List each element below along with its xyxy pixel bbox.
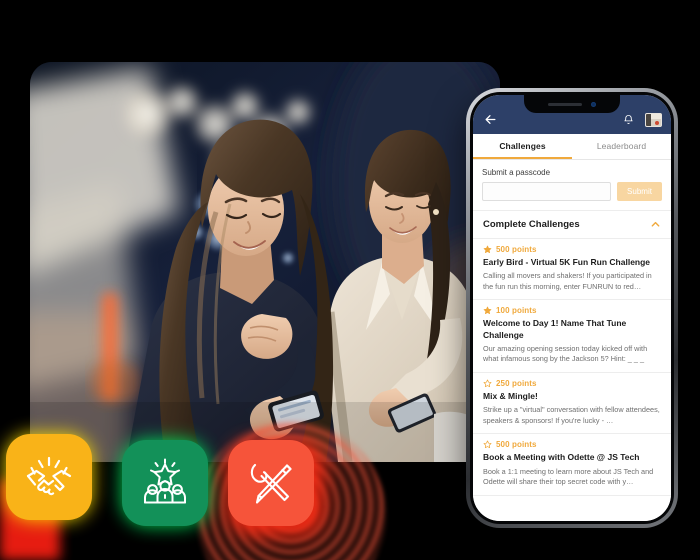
points-row: 100 points	[483, 306, 661, 315]
earpiece-speaker	[548, 102, 582, 106]
star-outline-icon	[483, 379, 492, 388]
complete-challenges-header[interactable]: Complete Challenges	[473, 210, 671, 239]
pen-paintbrush-tile[interactable]	[228, 440, 314, 526]
arrow-left-icon[interactable]	[482, 111, 499, 128]
submit-button[interactable]: Submit	[617, 182, 662, 201]
challenge-description: Strike up a "virtual" conversation with …	[483, 405, 660, 425]
tab-challenges-label: Challenges	[499, 141, 546, 151]
tab-challenges[interactable]: Challenges	[473, 134, 572, 159]
challenge-item[interactable]: 500 points Early Bird - Virtual 5K Fun R…	[473, 239, 671, 301]
points-label: 500 points	[496, 440, 537, 450]
challenge-list[interactable]: 500 points Early Bird - Virtual 5K Fun R…	[473, 239, 671, 521]
challenge-description: Our amazing opening session today kicked…	[483, 343, 648, 364]
bell-icon[interactable]	[620, 111, 637, 128]
challenge-item[interactable]: 250 points Mix & Mingle! Strike up a "vi…	[473, 373, 671, 435]
pen-paintbrush-icon	[246, 458, 296, 508]
star-outline-icon	[483, 440, 492, 449]
points-row: 250 points	[483, 379, 661, 388]
app-bar-actions	[620, 111, 662, 128]
front-camera	[591, 101, 596, 107]
challenge-description: Book a 1:1 meeting to learn more about J…	[483, 466, 654, 487]
passcode-input[interactable]	[482, 182, 611, 201]
tab-leaderboard[interactable]: Leaderboard	[572, 134, 671, 159]
points-label: 100 points	[496, 306, 537, 316]
passcode-row: Submit	[482, 182, 662, 201]
phone-screen: Challenges Leaderboard Submit a passcode…	[473, 95, 671, 521]
tab-leaderboard-label: Leaderboard	[596, 141, 647, 151]
star-filled-icon	[483, 306, 492, 315]
chevron-up-icon[interactable]	[650, 219, 661, 230]
challenge-item[interactable]: 500 points Book a Meeting with Odette @ …	[473, 434, 671, 496]
challenge-item[interactable]: 100 points Welcome to Day 1! Name That T…	[473, 300, 671, 373]
passcode-label: Submit a passcode	[482, 168, 551, 177]
star-filled-icon	[483, 245, 492, 254]
tab-bar: Challenges Leaderboard	[473, 134, 671, 160]
challenge-title: Welcome to Day 1! Name That Tune Challen…	[483, 318, 627, 340]
challenge-title: Book a Meeting with Odette @ JS Tech	[483, 452, 640, 463]
phone-bezel: Challenges Leaderboard Submit a passcode…	[470, 92, 674, 524]
points-row: 500 points	[483, 245, 661, 254]
challenge-description: Calling all movers and shakers! If you p…	[483, 271, 652, 291]
points-row: 500 points	[483, 440, 661, 449]
handshake-tile[interactable]	[6, 434, 92, 520]
audience-star-tile[interactable]	[122, 440, 208, 526]
points-label: 250 points	[496, 378, 537, 388]
audience-star-icon	[139, 457, 191, 509]
section-title: Complete Challenges	[483, 219, 580, 230]
points-label: 500 points	[496, 245, 537, 254]
phone-notch	[524, 95, 620, 113]
passcode-section: Submit a passcode Submit	[473, 160, 671, 210]
screenshot-canvas: Challenges Leaderboard Submit a passcode…	[0, 0, 700, 560]
profile-avatar[interactable]	[645, 112, 662, 127]
phone-mockup: Challenges Leaderboard Submit a passcode…	[466, 88, 678, 528]
hero-photo	[30, 62, 500, 462]
challenge-title: Early Bird - Virtual 5K Fun Run Challeng…	[483, 257, 651, 267]
handshake-icon	[23, 451, 75, 503]
challenge-title: Mix & Mingle!	[483, 390, 538, 401]
